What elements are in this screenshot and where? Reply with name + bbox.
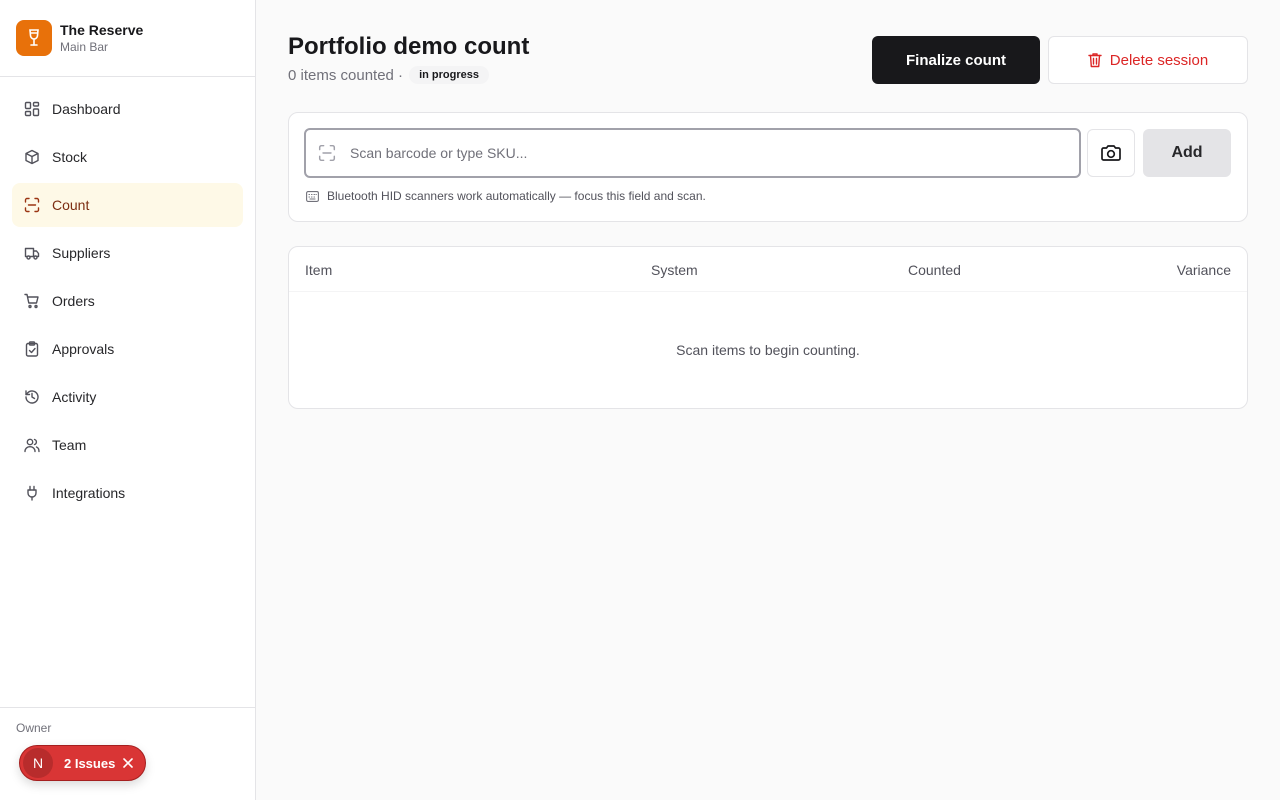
sidebar-item-label: Activity	[52, 389, 97, 405]
delete-session-label: Delete session	[1109, 51, 1209, 69]
box-icon	[24, 149, 40, 165]
camera-icon	[1101, 145, 1121, 161]
add-button[interactable]: Add	[1143, 129, 1231, 177]
scan-icon	[318, 144, 336, 162]
keyboard-icon	[306, 190, 319, 202]
sidebar-item-stock[interactable]: Stock	[12, 135, 243, 179]
main-content: Portfolio demo count 0 items counted · i…	[256, 0, 1280, 800]
empty-state-message: Scan items to begin counting.	[676, 342, 860, 358]
sidebar-item-activity[interactable]: Activity	[12, 375, 243, 419]
sidebar-item-label: Stock	[52, 149, 88, 165]
sidebar-item-integrations[interactable]: Integrations	[12, 471, 243, 515]
sidebar-item-count[interactable]: Count	[12, 183, 243, 227]
scan-panel: Add Bluetooth HID scanners work automati…	[288, 112, 1248, 222]
column-header-variance[interactable]: Variance	[1177, 262, 1231, 278]
users-icon	[24, 437, 40, 453]
scanner-hint: Bluetooth HID scanners work automaticall…	[306, 189, 706, 203]
status-badge: in progress	[409, 66, 489, 84]
scanner-hint-text: Bluetooth HID scanners work automaticall…	[327, 189, 706, 203]
brand-name: The Reserve	[60, 22, 144, 38]
sidebar-item-suppliers[interactable]: Suppliers	[12, 231, 243, 275]
close-icon[interactable]	[123, 758, 134, 768]
sidebar-item-team[interactable]: Team	[12, 423, 243, 467]
sidebar-item-approvals[interactable]: Approvals	[12, 327, 243, 371]
page-title: Portfolio demo count	[288, 33, 530, 60]
sidebar-item-dashboard[interactable]: Dashboard	[12, 87, 243, 131]
avatar: N	[23, 748, 53, 778]
camera-scan-button[interactable]	[1087, 129, 1135, 177]
brand-header[interactable]: The Reserve Main Bar	[0, 0, 255, 77]
sidebar-item-label: Integrations	[52, 485, 126, 501]
scan-icon	[24, 197, 40, 213]
cart-icon	[24, 293, 40, 309]
count-table: Item System Counted Variance Scan items …	[288, 246, 1248, 409]
scan-input[interactable]	[350, 145, 1050, 161]
sidebar-item-label: Dashboard	[52, 101, 121, 117]
brand-location: Main Bar	[60, 40, 109, 54]
sidebar-item-label: Orders	[52, 293, 95, 309]
sidebar-item-label: Suppliers	[52, 245, 111, 261]
truck-icon	[24, 245, 40, 261]
table-header: Item System Counted Variance	[289, 247, 1247, 292]
sidebar-item-label: Approvals	[52, 341, 115, 357]
finalize-count-label: Finalize count	[905, 51, 1006, 69]
column-header-counted[interactable]: Counted	[908, 262, 961, 278]
sidebar-item-label: Count	[52, 197, 90, 213]
column-header-system[interactable]: System	[651, 262, 698, 278]
wine-glass-icon	[29, 29, 39, 46]
delete-session-button[interactable]: Delete session	[1048, 36, 1248, 84]
sidebar-item-label: Team	[52, 437, 87, 453]
items-counted-text: 0 items counted ·	[288, 66, 404, 84]
sidebar-nav: Dashboard Stock Count Suppliers Orders A…	[0, 77, 255, 525]
plug-icon	[24, 485, 40, 501]
count-summary: 0 items counted · in progress	[288, 66, 489, 84]
issues-count: 2 Issues	[64, 755, 116, 771]
sidebar: The Reserve Main Bar Dashboard Stock Cou…	[0, 0, 256, 800]
scan-field[interactable]	[304, 128, 1081, 178]
dashboard-icon	[24, 101, 40, 117]
sidebar-item-orders[interactable]: Orders	[12, 279, 243, 323]
issues-indicator[interactable]: N 2 Issues	[19, 745, 146, 781]
history-icon	[24, 389, 40, 405]
brand-logo	[16, 20, 52, 56]
clipboard-check-icon	[24, 341, 40, 357]
sidebar-footer: Owner N 2 Issues	[0, 707, 255, 800]
column-header-item[interactable]: Item	[305, 262, 332, 278]
trash-icon	[1088, 52, 1102, 68]
add-button-label: Add	[1171, 144, 1203, 161]
finalize-count-button[interactable]: Finalize count	[872, 36, 1040, 84]
user-role: Owner	[16, 721, 52, 735]
